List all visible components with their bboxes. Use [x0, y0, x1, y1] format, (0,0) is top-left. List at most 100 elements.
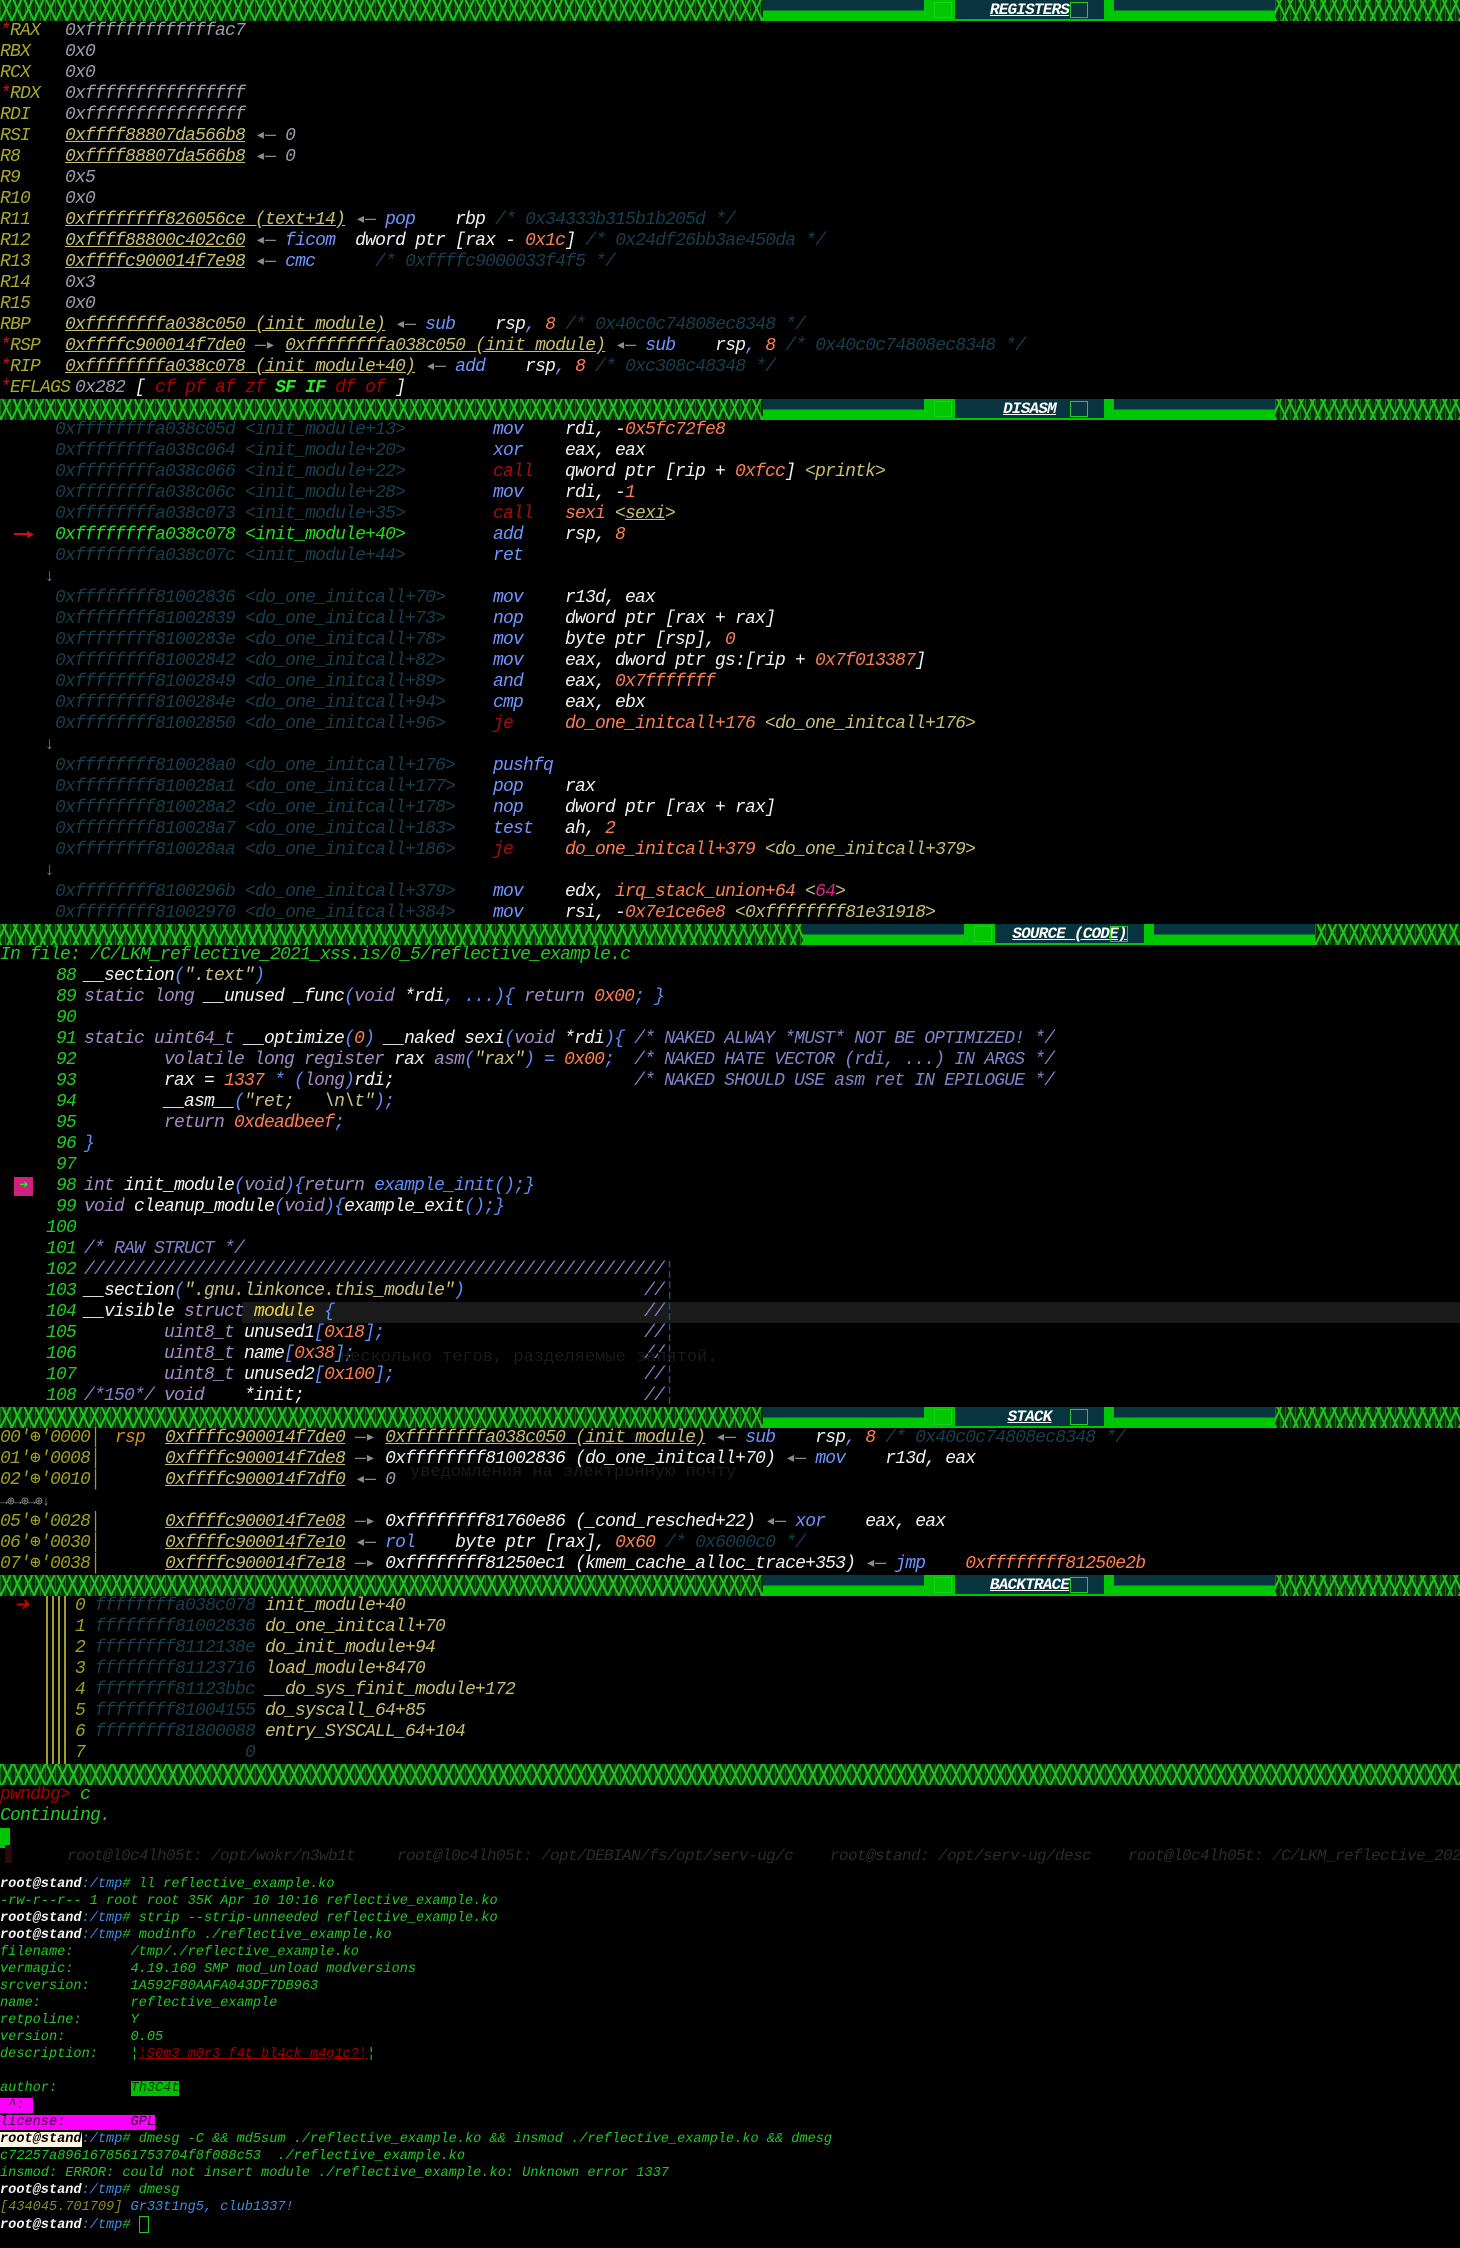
stack-row[interactable]: 00'⊕'0000│ rsp 0xffffc900014f7de0 —▸ 0xfff…	[0, 1428, 1460, 1449]
backtrace-frame[interactable]: 2 ffffffff8112138e do_init_module+94	[0, 1638, 1460, 1659]
disasm-row[interactable]: 0xffffffff81002836 <do_one_initcall+70> m…	[0, 588, 1460, 609]
disasm-row[interactable]: 0xffffffff81002839 <do_one_initcall+73> n…	[0, 609, 1460, 630]
register-row[interactable]: *RAX 0xfffffffffffffac7	[0, 21, 1460, 42]
token-n: 1337	[224, 1071, 265, 1091]
source-line[interactable]: 104 __visible struct module { //¦	[0, 1302, 1460, 1323]
stack-row[interactable]: 06'⊕'0030│ 0xffffc900014f7e10 ◂— rol byte…	[0, 1533, 1460, 1554]
register-row[interactable]: RBX 0x0	[0, 42, 1460, 63]
register-row[interactable]: R15 0x0	[0, 294, 1460, 315]
backtrace-frame[interactable]: ➜ 0 ffffffffa038c078 init_module+40	[0, 1596, 1460, 1617]
source-line[interactable]: 103 __section(".gnu.linkonce.this_module"…	[0, 1281, 1460, 1302]
disasm-row[interactable]: 0xffffffff8100296b <do_one_initcall+379>…	[0, 882, 1460, 903]
disasm-row[interactable]: 0xffffffff810028aa <do_one_initcall+186>…	[0, 840, 1460, 861]
source-line[interactable]: 102 /////////////////////////////////////…	[0, 1260, 1460, 1281]
token-tw: root@stand	[0, 1911, 82, 1926]
disasm-row[interactable]: 0xffffffff810028a1 <do_one_initcall+177>…	[0, 777, 1460, 798]
jump-arrow-icon: ↓	[44, 861, 55, 881]
source-line[interactable]: 97	[0, 1155, 1460, 1176]
token-v: 0xfffffffffffffac7	[65, 21, 246, 41]
disasm-row[interactable]: 0xffffffff810028a7 <do_one_initcall+183>…	[0, 819, 1460, 840]
token-kw: return	[84, 1113, 235, 1133]
terminal-cursor[interactable]	[138, 2216, 149, 2233]
token-c: /* 0x24df26bb3ae450da */	[585, 231, 826, 251]
disasm-row[interactable]: 0xffffffffa038c06c <init_module+28> mov rd…	[0, 483, 1460, 504]
disasm-row[interactable]: 0xffffffff8100284e <do_one_initcall+94> c…	[0, 693, 1460, 714]
code: __section(".text")	[84, 966, 265, 987]
register-row[interactable]: RBP 0xffffffffa038c050 (init_module) ◂— s…	[0, 315, 1460, 336]
source-line[interactable]: 105 uint8_t unused1[0x18]; //¦	[0, 1323, 1460, 1344]
disasm-row[interactable]: 0xffffffffa038c073 <init_module+35> call s…	[0, 504, 1460, 525]
source-line[interactable]: ➜ 98 int init_module(void){return example_…	[0, 1176, 1460, 1197]
mnemonic: mov	[493, 882, 524, 902]
disasm-row[interactable]: 0xffffffffa038c07c <init_module+44> ret	[0, 546, 1460, 567]
source-line[interactable]: 106 uint8_t name[0x38]; //¦	[0, 1344, 1460, 1365]
mnemonic: add	[493, 525, 524, 545]
register-row[interactable]: R8 0xffff88807da566b8 ◂— 0	[0, 147, 1460, 168]
backtrace-frame[interactable]: 6 ffffffff81800088 entry_SYSCALL_64+104	[0, 1722, 1460, 1743]
disasm-row[interactable]: 0xffffffffa038c066 <init_module+22> call q…	[0, 462, 1460, 483]
backtrace-frame[interactable]: 1 ffffffff81002836 do_one_initcall+70	[0, 1617, 1460, 1638]
disasm-row[interactable]: 0xffffffff81002849 <do_one_initcall+89> a…	[0, 672, 1460, 693]
register-row[interactable]: RDI 0xffffffffffffffff	[0, 105, 1460, 126]
shell-terminal[interactable]: root@stand:/tmp# ll reflective_example.k…	[0, 1876, 1460, 2233]
line-number: 105	[45, 1323, 77, 1343]
address: 0xffffffff81002850	[55, 714, 236, 734]
disasm-row[interactable]: ━━► 0xffffffffa038c078 <init_module+40> ad…	[0, 525, 1460, 546]
operands: rsi, -0x7e1ce6e8 <0xffffffff81e31918>	[565, 903, 936, 924]
token-br: )	[454, 1281, 465, 1301]
register-row[interactable]: *RSP 0xffffc900014f7de0 —▸ 0xffffffffa038…	[0, 336, 1460, 357]
disasm-row[interactable]: 0xffffffff810028a0 <do_one_initcall+176>…	[0, 756, 1460, 777]
register-row[interactable]: R12 0xffff88800c402c60 ◂— ficom dword ptr…	[0, 231, 1460, 252]
source-line[interactable]: 107 uint8_t unused2[0x100]; //¦	[0, 1365, 1460, 1386]
backtrace-frame[interactable]: 4 ffffffff81123bbc __do_sys_finit_module+1…	[0, 1680, 1460, 1701]
stack-row[interactable]: 05'⊕'0028│ 0xffffc900014f7e08 —▸ 0xffffff…	[0, 1512, 1460, 1533]
register-row[interactable]: R11 0xffffffff826056ce (text+14) ◂— pop r…	[0, 210, 1460, 231]
disasm-row[interactable]: 0xffffffffa038c05d <init_module+13> mov rd…	[0, 420, 1460, 441]
bar-pattern	[0, 0, 763, 21]
source-line[interactable]: 96}	[0, 1134, 1460, 1155]
disasm-row[interactable]: 0xffffffff81002850 <do_one_initcall+96> j…	[0, 714, 1460, 735]
source-line[interactable]: 94 __asm__("ret; \n\t");	[0, 1092, 1460, 1113]
source-line[interactable]: 108 /*150*/ void *init; //¦	[0, 1386, 1460, 1407]
token-w	[304, 1386, 644, 1406]
register-row[interactable]: R14 0x3	[0, 273, 1460, 294]
stack-row[interactable]: 07'⊕'0038│ 0xffffc900014f7e18 —▸ 0xffffff…	[0, 1554, 1460, 1575]
disasm-row[interactable]: 0xffffffff810028a2 <do_one_initcall+178>…	[0, 798, 1460, 819]
source-line[interactable]: 92 volatile long register rax asm("rax")…	[0, 1050, 1460, 1071]
register-row[interactable]: *RIP 0xffffffffa038c078 (init_module+40) …	[0, 357, 1460, 378]
register-row[interactable]: RSI 0xffff88807da566b8 ◂— 0	[0, 126, 1460, 147]
register-value: 0x3	[65, 273, 96, 294]
disasm-row[interactable]: 0xffffffff81002970 <do_one_initcall+384>…	[0, 903, 1460, 924]
symbol: <do_one_initcall+384>	[245, 903, 456, 923]
source-line[interactable]: 88 __section(".text")	[0, 966, 1460, 987]
register-row[interactable]: R9 0x5	[0, 168, 1460, 189]
source-line[interactable]: 100	[0, 1218, 1460, 1239]
terminal-tab[interactable]: root@l0c4lh05t: /opt/wokr/n3wb1t	[67, 1847, 356, 1865]
disasm-row[interactable]: 0xffffffff81002842 <do_one_initcall+82> m…	[0, 651, 1460, 672]
source-line[interactable]: 91 static uint64_t __optimize(0) __naked …	[0, 1029, 1460, 1050]
register-row[interactable]: R13 0xffffc900014f7e98 ◂— cmc /* 0xffffc9…	[0, 252, 1460, 273]
terminal-tab[interactable]: root@l0c4lh05t: /C/LKM_reflective_202	[1128, 1847, 1460, 1865]
terminal-tab[interactable]: root@l0c4lh05t: /opt/DEBIAN/fs/opt/serv-…	[397, 1847, 794, 1865]
register-row[interactable]: *EFLAGS 0x282 [ cf pf af zf SF IF df of …	[0, 378, 1460, 399]
stack-skip-row[interactable]: →⊕→⊕→⊕↓	[0, 1491, 1460, 1512]
source-line[interactable]: 89 static long __unused _func(void *rdi, …	[0, 987, 1460, 1008]
pwndbg-prompt-line[interactable]: pwndbg> c	[0, 1785, 1460, 1806]
register-row[interactable]: *RDX 0xffffffffffffffff	[0, 84, 1460, 105]
register-value: 0xffff88800c402c60 ◂— ficom dword ptr [r…	[65, 231, 826, 252]
token-tb: :/tmp	[81, 2183, 123, 2198]
register-row[interactable]: RCX 0x0	[0, 63, 1460, 84]
terminal-tab[interactable]: root@stand: /opt/serv-ug/desc	[830, 1847, 1092, 1865]
disasm-row[interactable]: 0xffffffff8100283e <do_one_initcall+78> m…	[0, 630, 1460, 651]
bar-pattern	[1275, 1575, 1460, 1596]
source-line[interactable]: 99 void cleanup_module(void){example_exit…	[0, 1197, 1460, 1218]
disasm-row[interactable]: 0xffffffffa038c064 <init_module+20> xor ea…	[0, 441, 1460, 462]
backtrace-frame[interactable]: 3 ffffffff81123716 load_module+8470	[0, 1659, 1460, 1680]
backtrace-frame[interactable]: 5 ffffffff81004155 do_syscall_64+85	[0, 1701, 1460, 1722]
source-line[interactable]: 93 rax = 1337 * (long)rdi; /* NAKED SHOU…	[0, 1071, 1460, 1092]
source-line[interactable]: 95 return 0xdeadbeef;	[0, 1113, 1460, 1134]
source-line[interactable]: 90	[0, 1008, 1460, 1029]
register-row[interactable]: R10 0x0	[0, 189, 1460, 210]
source-line[interactable]: 101 /* RAW STRUCT */	[0, 1239, 1460, 1260]
backtrace-frame[interactable]: 7 0	[0, 1743, 1460, 1764]
